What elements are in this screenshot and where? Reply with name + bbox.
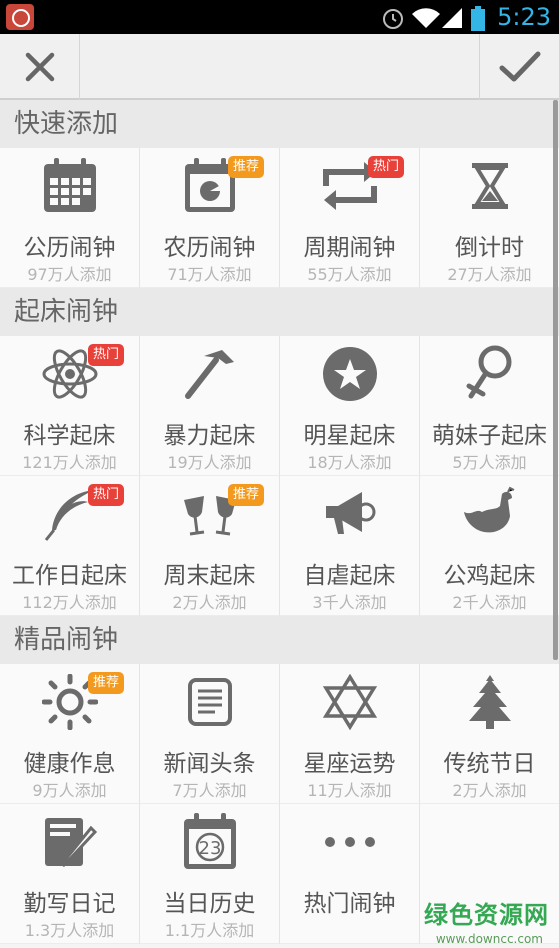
tile-star-wakeup[interactable]: 明星起床 18万人添加 [280,336,420,476]
recommend-badge: 推荐 [228,156,265,178]
calendar-grid-icon [40,156,100,216]
check-icon [499,51,540,82]
tile-count: 97万人添加 [27,265,112,284]
status-bar: 5:23 [0,0,559,34]
section-grid-wakeup: 热门 科学起床 121万人添加 暴力起床 19万人添加 明星起床 18万人添加 … [0,336,559,616]
recommend-badge: 推荐 [228,484,265,506]
battery-icon [471,6,485,31]
tile-self-abuse-wakeup[interactable]: 自虐起床 3千人添加 [280,476,420,616]
tile-count: 71万人添加 [167,265,252,284]
tile-count: 1.3万人添加 [24,921,115,940]
tile-traditional-festivals[interactable]: 传统节日 2万人添加 [420,664,559,804]
tile-count: 19万人添加 [167,453,252,472]
tile-count: 2万人添加 [172,593,247,612]
tile-healthy-routine[interactable]: 推荐 健康作息 9万人添加 [0,664,140,804]
tile-label: 工作日起床 [12,563,127,589]
section-grid-quick-add: 公历闹钟 97万人添加 推荐 农历闹钟 71万人添加 热门 周期闹钟 55万人添… [0,148,559,288]
tile-lunar-alarm[interactable]: 推荐 农历闹钟 71万人添加 [140,148,280,288]
tile-label: 农历闹钟 [163,235,256,261]
tile-count: 27万人添加 [447,265,532,284]
tile-label: 传统节日 [443,751,536,777]
rooster-icon [460,484,520,544]
alarm-clock-status-icon [383,9,403,29]
news-doc-icon [180,672,240,732]
hot-badge: 热门 [88,484,125,506]
tile-count: 112万人添加 [22,593,117,612]
tile-count: 18万人添加 [307,453,392,472]
tile-count: 2千人添加 [452,593,527,612]
tile-label: 周期闹钟 [303,235,396,261]
action-bar [0,34,559,100]
tile-diary-writing[interactable]: 勤写日记 1.3万人添加 [0,804,140,944]
tile-count: 11万人添加 [307,781,392,800]
hot-badge: 热门 [368,156,405,178]
tile-weekend-wakeup[interactable]: 推荐 周末起床 2万人添加 [140,476,280,616]
tile-cute-girl-wakeup[interactable]: 萌妹子起床 5万人添加 [420,336,559,476]
tile-rooster-wakeup[interactable]: 公鸡起床 2千人添加 [420,476,559,616]
tile-count: 121万人添加 [22,453,117,472]
tile-news-headlines[interactable]: 新闻头条 7万人添加 [140,664,280,804]
tile-count: 9万人添加 [32,781,107,800]
notebook-pen-icon [40,812,100,872]
tile-count: 5万人添加 [452,453,527,472]
tile-violent-wakeup[interactable]: 暴力起床 19万人添加 [140,336,280,476]
tile-label: 公历闹钟 [23,235,116,261]
tile-today-in-history[interactable]: 23 当日历史 1.1万人添加 [140,804,280,944]
tile-label: 暴力起床 [163,423,256,449]
more-dots-icon [320,812,380,872]
tile-label: 健康作息 [23,751,116,777]
hexagram-icon [320,672,380,732]
tile-label: 勤写日记 [23,891,116,917]
tile-label: 星座运势 [303,751,396,777]
tile-hot-alarms[interactable]: 热门闹钟 [280,804,420,944]
tile-label: 周末起床 [163,563,256,589]
watermark-url: www.downcc.com [435,932,543,946]
tile-label: 新闻头条 [163,751,256,777]
tile-solar-alarm[interactable]: 公历闹钟 97万人添加 [0,148,140,288]
hot-badge: 热门 [88,344,125,366]
status-time: 5:23 [497,3,551,31]
calendar-23-icon: 23 [180,812,240,872]
tile-count: 1.1万人添加 [164,921,255,940]
megaphone-icon [320,484,380,544]
confirm-button[interactable] [479,34,559,100]
watermark-text: 绿色资源网 [424,901,549,929]
alarm-type-list[interactable]: 快速添加 公历闹钟 97万人添加 推荐 农历闹钟 71万人添加 热门 周期闹钟 … [0,100,559,948]
tile-count: 55万人添加 [307,265,392,284]
calendar-day-number: 23 [198,838,221,859]
title-area [81,34,478,100]
tile-count: 3千人添加 [312,593,387,612]
tile-label: 热门闹钟 [303,891,396,917]
tile-countdown[interactable]: 倒计时 27万人添加 [420,148,559,288]
section-header-premium: 精品闹钟 [0,616,559,664]
signal-icon [442,8,462,28]
tile-science-wakeup[interactable]: 热门 科学起床 121万人添加 [0,336,140,476]
alarm-app-icon [6,4,34,30]
tile-label: 当日历史 [163,891,256,917]
tile-horoscope[interactable]: 星座运势 11万人添加 [280,664,420,804]
tile-count: 7万人添加 [172,781,247,800]
close-button[interactable] [0,34,80,100]
tile-label: 明星起床 [303,423,396,449]
tile-count: 2万人添加 [452,781,527,800]
tile-label: 自虐起床 [303,563,396,589]
star-circle-icon [320,344,380,404]
tile-workday-wakeup[interactable]: 热门 工作日起床 112万人添加 [0,476,140,616]
christmas-tree-icon [460,672,520,732]
tile-label: 萌妹子起床 [432,423,547,449]
tile-label: 公鸡起床 [443,563,536,589]
close-icon [25,52,54,82]
section-header-quick-add: 快速添加 [0,100,559,148]
section-header-wakeup: 起床闹钟 [0,288,559,336]
wifi-icon [412,8,440,28]
recommend-badge: 推荐 [88,672,125,694]
hammer-icon [180,344,240,404]
tile-label: 倒计时 [455,235,524,261]
hourglass-icon [460,156,520,216]
tile-label: 科学起床 [23,423,116,449]
tile-periodic-alarm[interactable]: 热门 周期闹钟 55万人添加 [280,148,420,288]
scrollbar[interactable] [553,100,558,660]
female-symbol-icon [460,344,520,404]
